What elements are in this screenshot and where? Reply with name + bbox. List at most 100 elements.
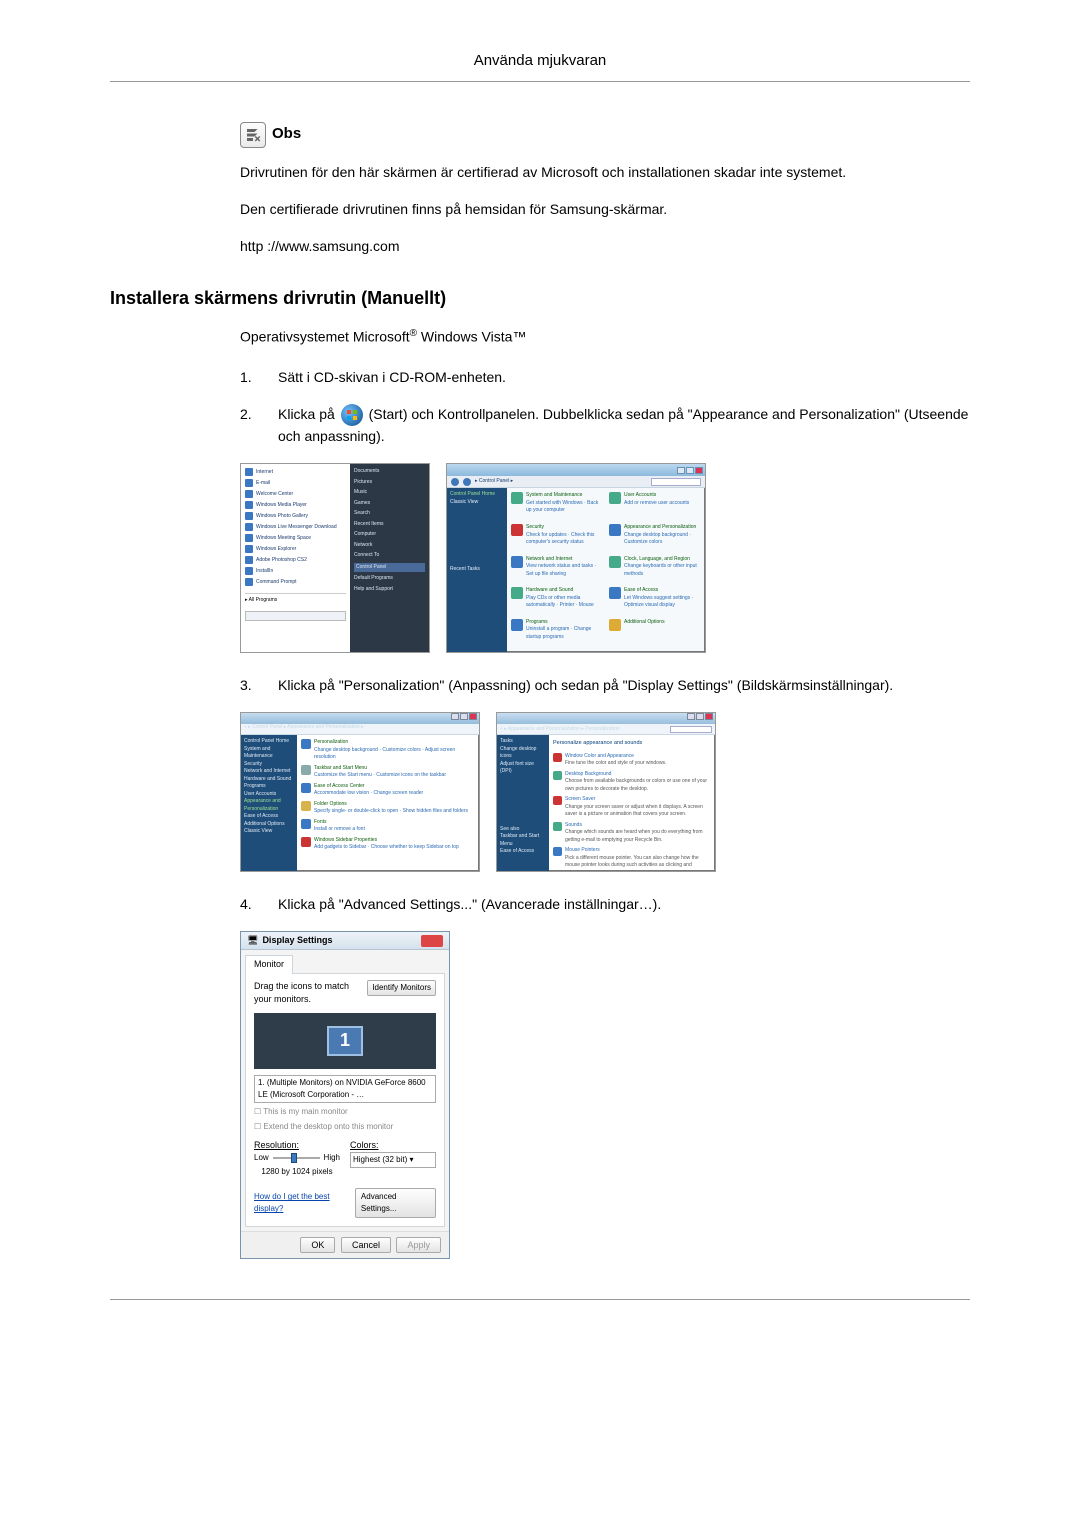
cp-category: User AccountsAdd or remove user accounts: [609, 492, 701, 522]
pers-page-item: SoundsChange which sounds are heard when…: [553, 822, 711, 845]
note-paragraph-1: Drivrutinen för den här skärmen är certi…: [240, 162, 970, 183]
side-item: Control Panel Home: [244, 738, 294, 746]
note-paragraph-3: http ://www.samsung.com: [240, 236, 970, 257]
pers-page-item: Screen SaverChange your screen saver or …: [553, 796, 711, 819]
start-item: Adobe Photoshop CS2: [245, 556, 346, 564]
step-number: 1.: [240, 367, 278, 388]
colors-label: Colors:: [350, 1139, 436, 1153]
help-link[interactable]: How do I get the best display?: [254, 1191, 355, 1215]
resolution-slider[interactable]: Low High: [254, 1152, 340, 1164]
start-item: Windows Photo Gallery: [245, 512, 346, 520]
colors-dropdown[interactable]: Highest (32 bit) ▾: [350, 1152, 436, 1168]
step-text-b: (Start) och Kontrollpanelen. Dubbelklick…: [278, 406, 968, 444]
close-icon[interactable]: [421, 935, 443, 947]
note-header: Obs: [240, 122, 970, 148]
pers-item: Ease of Access CenterAccommodate low vis…: [301, 783, 475, 798]
side-item: Ease of Access: [500, 848, 546, 856]
pers-item: FontsInstall or remove a font: [301, 819, 475, 834]
pers-item: Folder OptionsSpecify single- or double-…: [301, 801, 475, 816]
cp-category: ProgramsUninstall a program · Change sta…: [511, 619, 603, 649]
main-monitor-checkbox[interactable]: ☐ This is my main monitor: [254, 1106, 436, 1118]
cp-category: SecurityCheck for updates · Check this c…: [511, 524, 603, 554]
note-label: Obs: [272, 123, 301, 146]
section-title: Installera skärmens drivrutin (Manuellt): [110, 285, 970, 312]
cancel-button[interactable]: Cancel: [341, 1237, 391, 1253]
step-text-a: Klicka på: [278, 406, 339, 422]
side-item: Adjust font size (DPI): [500, 761, 546, 776]
start-right-item: Help and Support: [354, 586, 425, 594]
ok-button[interactable]: OK: [300, 1237, 335, 1253]
registered-mark: ®: [410, 328, 417, 339]
screenshots-step2: Internet E-mail Welcome Center Windows M…: [240, 463, 970, 653]
start-right-item: Documents: [354, 468, 425, 476]
start-right-control-panel: Control Panel: [354, 563, 425, 573]
breadcrumb: « ▸ Control Panel ▸ Appearance and Perso…: [241, 724, 479, 735]
cp-category: System and MaintenanceGet started with W…: [511, 492, 603, 522]
step-number: 3.: [240, 675, 278, 696]
monitor-dropdown[interactable]: 1. (Multiple Monitors) on NVIDIA GeForce…: [254, 1075, 436, 1103]
start-search: [245, 611, 346, 621]
side-item: Classic View: [244, 828, 294, 836]
start-item: Windows Meeting Space: [245, 534, 346, 542]
step-number: 4.: [240, 894, 278, 915]
step-4: 4. Klicka på "Advanced Settings..." (Ava…: [240, 894, 970, 915]
start-item: Welcome Center: [245, 490, 346, 498]
start-right-item: Recent Items: [354, 521, 425, 529]
side-item: Programs: [244, 783, 294, 791]
start-right-item: Default Programs: [354, 575, 425, 583]
start-item: Command Prompt: [245, 578, 346, 586]
side-item: See also: [500, 826, 546, 834]
os-prefix: Operativsystemet Microsoft: [240, 328, 410, 344]
side-item: Security: [244, 761, 294, 769]
dialog-title: Display Settings: [262, 934, 332, 948]
start-right-item: Search: [354, 510, 425, 518]
resolution-label: Resolution:: [254, 1139, 340, 1153]
side-item: System and Maintenance: [244, 746, 294, 761]
tab-monitor[interactable]: Monitor: [245, 955, 293, 974]
side-item: Additional Options: [244, 821, 294, 829]
pers-page-item: Desktop BackgroundChoose from available …: [553, 771, 711, 794]
divider-top: [110, 81, 970, 82]
step-text: Klicka på "Personalization" (Anpassning)…: [278, 675, 970, 696]
start-right-item: Connect To: [354, 552, 425, 560]
monitor-preview-area: 1: [254, 1013, 436, 1069]
start-item: E-mail: [245, 479, 346, 487]
divider-bottom: [110, 1299, 970, 1300]
start-item: Internet: [245, 468, 346, 476]
step-number: 2.: [240, 404, 278, 425]
note-icon: [240, 122, 266, 148]
cp-category: Additional Options: [609, 619, 701, 649]
cp-category: Appearance and PersonalizationChange des…: [609, 524, 701, 554]
slider-low: Low: [254, 1152, 269, 1164]
side-item: Network and Internet: [244, 768, 294, 776]
side-item: Change desktop icons: [500, 746, 546, 761]
all-programs: ▸ All Programs: [245, 593, 346, 605]
appearance-personalization-screenshot: « ▸ Control Panel ▸ Appearance and Perso…: [240, 712, 480, 872]
step-2: 2. Klicka på (Start) och Kontrollpanelen…: [240, 404, 970, 447]
side-item: Tasks: [500, 738, 546, 746]
pers-item: PersonalizationChange desktop background…: [301, 739, 475, 762]
resolution-value: 1280 by 1024 pixels: [254, 1166, 340, 1178]
os-suffix: Windows Vista™: [417, 328, 526, 344]
start-orb-icon: [341, 404, 363, 426]
start-item: Windows Explorer: [245, 545, 346, 553]
advanced-settings-button[interactable]: Advanced Settings...: [355, 1188, 436, 1218]
monitor-icon: 🖥: [247, 934, 258, 948]
step-text: Klicka på (Start) och Kontrollpanelen. D…: [278, 404, 970, 447]
side-item: Ease of Access: [244, 813, 294, 821]
step-text: Klicka på "Advanced Settings..." (Avance…: [278, 894, 970, 915]
cp-side-title: Control Panel Home: [450, 491, 504, 499]
identify-monitors-button[interactable]: Identify Monitors: [367, 980, 436, 996]
cp-category: Ease of AccessLet Windows suggest settin…: [609, 587, 701, 617]
step-text: Sätt i CD-skivan i CD-ROM-enheten.: [278, 367, 970, 388]
apply-button[interactable]: Apply: [396, 1237, 441, 1253]
start-right-item: Games: [354, 500, 425, 508]
breadcrumb: ▸ Control Panel ▸: [475, 478, 647, 486]
extend-desktop-checkbox[interactable]: ☐ Extend the desktop onto this monitor: [254, 1121, 436, 1133]
pers-item: Taskbar and Start MenuCustomize the Star…: [301, 765, 475, 780]
cp-category: Hardware and SoundPlay CDs or other medi…: [511, 587, 603, 617]
start-right-item: Computer: [354, 531, 425, 539]
slider-high: High: [324, 1152, 340, 1164]
monitor-1[interactable]: 1: [327, 1026, 363, 1056]
step-1: 1. Sätt i CD-skivan i CD-ROM-enheten.: [240, 367, 970, 388]
